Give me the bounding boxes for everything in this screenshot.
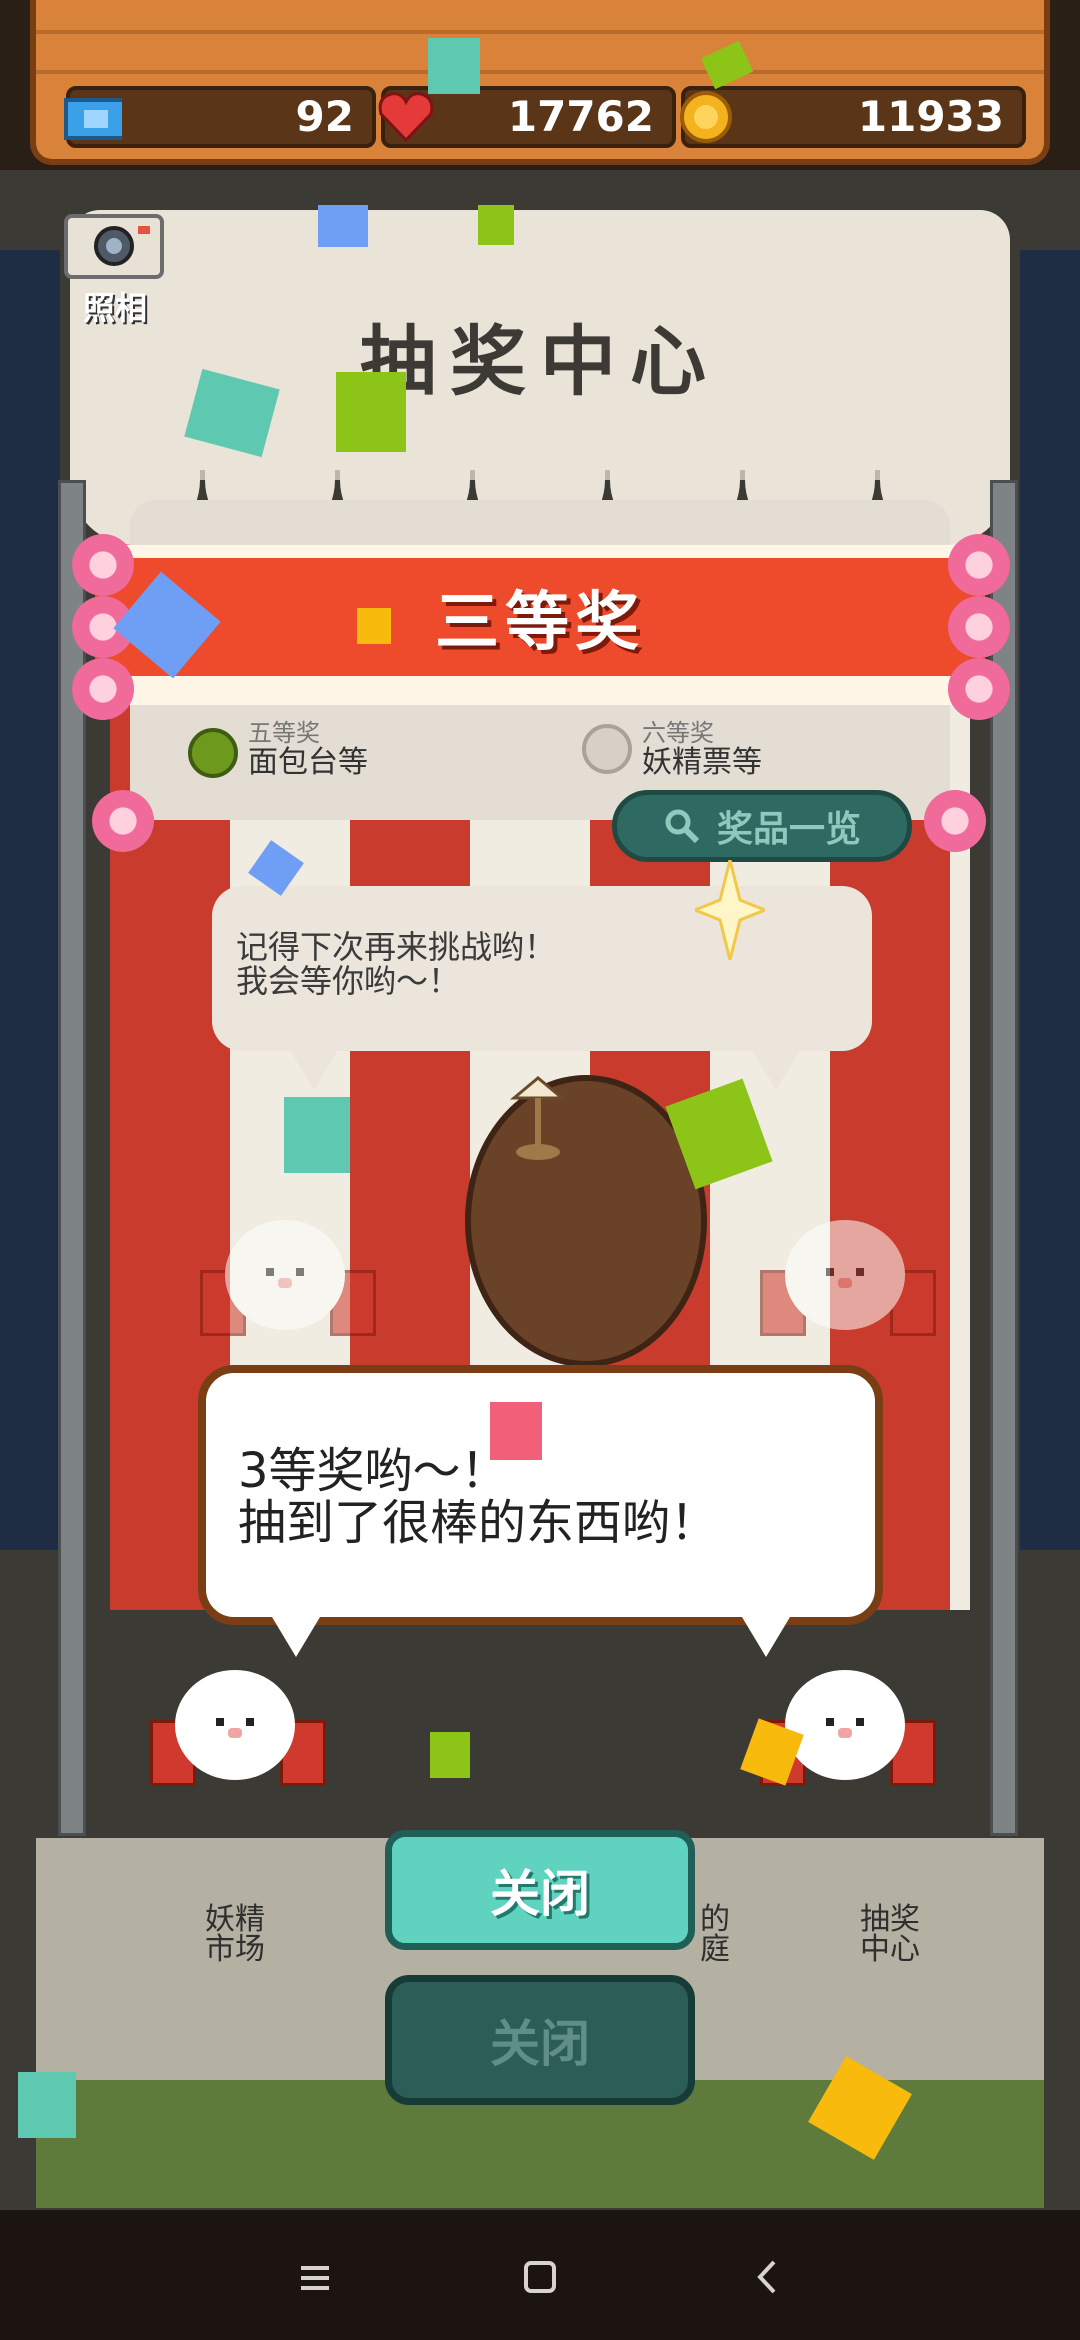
left-scenery [0,250,60,1550]
sparkle-icon [695,860,765,960]
place-label-market: 妖精 市场 [205,1905,265,1965]
coin-icon [680,91,732,143]
prize-item-left: 面包台等 [248,745,368,780]
place-market-line-1: 妖精 [205,1902,265,1937]
hearts-value: 17762 [507,92,654,141]
close-button-ghost: 关闭 [385,1975,695,2105]
prize-tier-right: 六等奖 妖精票等 [642,718,762,778]
close-button[interactable]: 关闭 [385,1830,695,1950]
prize-list-label: 奖品一览 [716,809,861,850]
heart-icon [378,92,434,143]
flower-decoration [948,534,1010,596]
tickets-value: 92 [295,92,354,141]
coins-value: 11933 [857,92,1004,141]
place-label-yard: 的 庭 [700,1905,730,1965]
mascot-right-upper [760,1210,936,1360]
dialog-message: 3等奖哟～！ 抽到了很棒的东西哟！ [238,1445,718,1549]
hint-bubble-tail [752,1050,800,1090]
place-lottery-line-1: 抽奖 [860,1902,920,1937]
ticket-icon [64,98,122,140]
confetti [336,372,406,452]
prize-tier-dot-green [188,728,238,778]
result-rank-text: 三等奖 [435,586,645,660]
flower-decoration [948,658,1010,720]
mascot-left-upper [200,1210,376,1360]
confetti [430,1732,470,1778]
prize-rank-right: 六等奖 [642,719,714,747]
search-icon [665,809,700,844]
prize-tier-left: 五等奖 面包台等 [248,718,368,778]
dialog-line-1: 3等奖哟～！ [238,1443,509,1499]
place-yard-line-1: 的 [700,1902,730,1937]
confetti [357,608,391,644]
prize-tier-dot-empty [582,724,632,774]
prize-rank-left: 五等奖 [248,719,320,747]
camera-icon [94,226,150,266]
confetti [318,205,368,247]
prize-item-right: 妖精票等 [642,745,762,780]
home-icon[interactable] [510,2250,570,2304]
dialog-line-2: 抽到了很棒的东西哟！ [238,1495,719,1551]
flower-decoration [924,790,986,852]
mascot-left [150,1660,326,1810]
hint-line-2: 我会等你哟～！ [236,962,461,1000]
camera-label: 照相 [82,289,147,327]
resource-bar: 92 17762 11933 [30,0,1050,165]
place-market-line-2: 市场 [205,1932,265,1967]
flower-decoration [948,596,1010,658]
confetti [478,205,514,245]
flower-decoration [72,658,134,720]
flower-decoration [72,534,134,596]
back-icon[interactable] [738,2250,798,2304]
dialog-tail [742,1617,790,1657]
confetti [284,1097,350,1173]
hearts-counter: 17762 [378,86,676,148]
prize-list-button[interactable]: 奖品一览 [612,790,912,862]
lamp-icon [510,1076,566,1160]
confetti [428,38,480,94]
confetti [490,1402,542,1460]
menu-icon[interactable] [285,2250,345,2304]
hint-bubble: 记得下次再来挑战哟！ 我会等你哟～！ [212,886,872,1051]
flower-decoration [92,790,154,852]
place-yard-line-2: 庭 [700,1932,730,1967]
dialog-tail [272,1617,320,1657]
camera-button[interactable] [64,214,164,279]
coins-counter: 11933 [680,86,1026,148]
place-label-lottery: 抽奖 中心 [860,1905,920,1965]
place-lottery-line-2: 中心 [860,1932,920,1967]
right-scenery [1020,250,1080,1550]
result-ribbon: 三等奖 [95,558,985,676]
hint-bubble-tail [290,1050,338,1090]
tickets-counter: 92 [64,86,376,148]
confetti [18,2072,76,2138]
